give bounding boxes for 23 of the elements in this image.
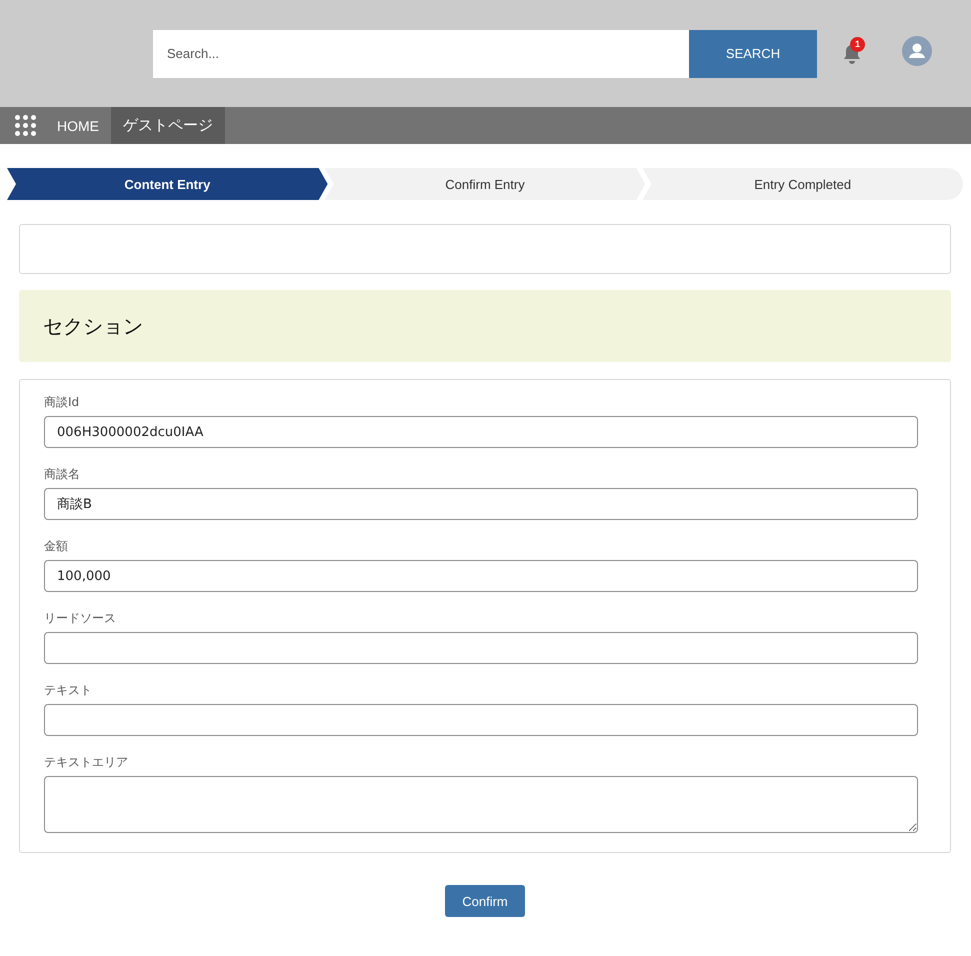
search-button[interactable]: SEARCH (689, 30, 817, 78)
field-label: テキスト (44, 682, 92, 699)
path-step[interactable]: Confirm Entry (324, 168, 646, 200)
confirm-button[interactable]: Confirm (445, 885, 525, 917)
nav-tab[interactable]: ゲストページ (111, 107, 225, 144)
field-label: 金額 (44, 538, 68, 555)
field-label: 商談Id (44, 394, 80, 411)
input-field[interactable]: 006H3000002dcu0IAA (44, 416, 918, 448)
input-field[interactable]: 商談B (44, 488, 918, 520)
notification-badge: 1 (850, 36, 865, 52)
path-step[interactable]: Content Entry (7, 168, 328, 200)
field-label: リードソース (44, 610, 116, 627)
field-label: 商談名 (44, 466, 80, 483)
input-field[interactable]: 100,000 (44, 560, 918, 592)
nav-tab[interactable]: HOME (45, 107, 111, 144)
app-launcher-icon[interactable] (15, 115, 36, 136)
input-field[interactable] (44, 632, 918, 664)
search-field[interactable]: Search... (153, 30, 689, 78)
textarea-field[interactable] (44, 776, 918, 833)
field-label: テキストエリア (44, 754, 128, 771)
avatar-icon[interactable] (902, 36, 932, 66)
input-field[interactable] (44, 704, 918, 736)
section-title: セクション (43, 312, 143, 340)
